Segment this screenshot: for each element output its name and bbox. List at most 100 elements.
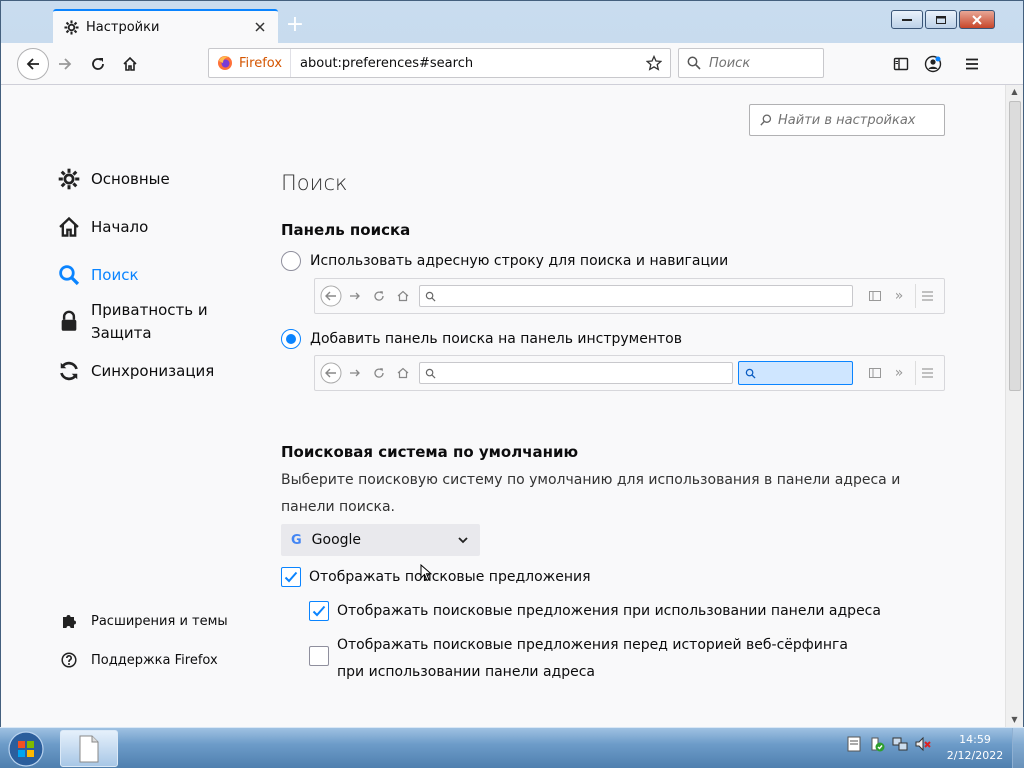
forward-button[interactable] <box>49 48 81 80</box>
puzzle-piece-icon <box>61 613 77 629</box>
suggestions-before-history-checkbox[interactable]: Отображать поисковые предложения перед и… <box>309 632 909 686</box>
radio-button-selected[interactable] <box>281 329 301 349</box>
volume-muted-icon[interactable] <box>915 736 931 752</box>
sidebar-item-label: Приватность и Защита <box>91 301 208 342</box>
search-icon <box>425 368 436 379</box>
find-placeholder: Найти в настройках <box>778 112 916 128</box>
reload-icon <box>367 361 391 385</box>
urlbar-preview-image: » <box>314 278 945 314</box>
maximize-button[interactable] <box>925 10 957 29</box>
network-icon[interactable] <box>892 736 908 752</box>
show-desktop-button[interactable] <box>1012 728 1024 768</box>
option-label: Использовать адресную строку для поиска … <box>310 253 729 269</box>
help-icon <box>61 652 77 668</box>
checkbox-checked[interactable] <box>309 601 329 621</box>
identity-box[interactable]: Firefox <box>209 49 292 77</box>
back-icon <box>319 284 343 308</box>
home-icon <box>391 361 415 385</box>
checkmark-icon <box>284 571 298 583</box>
checkbox-checked[interactable] <box>281 567 301 587</box>
url-bar[interactable]: Firefox about:preferences#search <box>208 48 671 78</box>
home-button[interactable] <box>114 48 146 80</box>
browser-window: Настройки + Firefox about:preferences#se… <box>0 0 1024 727</box>
tab-strip: Настройки + <box>1 1 1023 43</box>
notepad-tray-icon[interactable] <box>846 736 862 752</box>
preview-url-field <box>419 362 733 384</box>
close-tab-icon[interactable] <box>252 19 268 35</box>
searchbar-preview-image: » <box>314 355 945 391</box>
engine-name: Google <box>311 532 362 548</box>
home-icon <box>57 215 81 239</box>
start-button[interactable] <box>4 730 48 768</box>
support-link[interactable]: Поддержка Firefox <box>61 652 218 668</box>
scroll-down-arrow-icon[interactable]: ▼ <box>1006 713 1023 727</box>
default-engine-description: Выберите поисковую систему по умолчанию … <box>281 472 901 515</box>
toolbar-search-box[interactable]: Поиск <box>678 48 824 78</box>
checkbox-unchecked[interactable] <box>309 646 329 666</box>
gear-icon <box>57 167 81 191</box>
checkbox-label: Отображать поисковые предложения перед и… <box>337 637 848 680</box>
extensions-label: Расширения и темы <box>91 613 228 629</box>
support-label: Поддержка Firefox <box>91 652 218 668</box>
action-center-icon[interactable] <box>869 736 885 752</box>
sidebar-item-search[interactable]: Поиск <box>57 263 139 287</box>
google-logo-icon: G <box>291 532 302 548</box>
sidebar-item-home[interactable]: Начало <box>57 215 148 239</box>
document-icon <box>79 735 99 762</box>
identity-label: Firefox <box>239 55 283 71</box>
clock[interactable]: 14:59 2/12/2022 <box>942 732 1008 764</box>
sidebar-item-general[interactable]: Основные <box>57 167 170 191</box>
firefox-logo-icon <box>218 56 232 70</box>
searchbar-option[interactable]: Добавить панель поиска на панель инструм… <box>281 329 682 349</box>
menu-button[interactable] <box>956 48 988 80</box>
reload-icon <box>367 284 391 308</box>
sidebar-icon <box>863 284 887 308</box>
sidebar-item-label: Синхронизация <box>91 362 215 380</box>
home-icon <box>391 284 415 308</box>
search-icon <box>425 291 436 302</box>
close-window-button[interactable] <box>959 10 995 29</box>
show-urlbar-suggestions-checkbox[interactable]: Отображать поисковые предложения при исп… <box>309 598 881 625</box>
search-icon <box>57 263 81 287</box>
gear-icon <box>63 19 79 35</box>
minimize-button[interactable] <box>891 10 923 29</box>
tab-title: Настройки <box>86 19 160 35</box>
checkmark-icon <box>312 605 326 617</box>
back-button[interactable] <box>17 48 49 80</box>
account-button[interactable] <box>917 48 949 80</box>
taskbar: 14:59 2/12/2022 <box>0 727 1024 768</box>
overflow-icon: » <box>894 288 904 304</box>
clock-time: 14:59 <box>959 733 991 746</box>
find-in-settings-input[interactable]: Найти в настройках <box>749 104 945 136</box>
url-text: about:preferences#search <box>300 55 474 71</box>
default-engine-dropdown[interactable]: G Google <box>281 524 480 556</box>
extensions-link[interactable]: Расширения и темы <box>61 613 228 629</box>
urlbar-search-option[interactable]: Использовать адресную строку для поиска … <box>281 251 728 271</box>
sidebar-toggle-button[interactable] <box>885 48 917 80</box>
sync-icon <box>57 359 81 383</box>
sidebar-item-sync[interactable]: Синхронизация <box>57 359 214 383</box>
scroll-up-arrow-icon[interactable]: ▲ <box>1006 85 1023 99</box>
forward-icon <box>343 361 367 385</box>
reload-button[interactable] <box>82 48 114 80</box>
radio-button[interactable] <box>281 251 301 271</box>
taskbar-app-button[interactable] <box>60 730 118 767</box>
lock-icon <box>57 309 81 333</box>
sidebar-item-label: Основные <box>91 170 170 188</box>
page-title: Поиск <box>281 171 348 195</box>
clock-date: 2/12/2022 <box>946 749 1004 762</box>
forward-icon <box>343 284 367 308</box>
search-placeholder: Поиск <box>709 55 751 71</box>
search-icon <box>760 114 772 126</box>
sidebar-item-privacy[interactable]: Приватность и Защита <box>57 299 221 345</box>
new-tab-button[interactable]: + <box>285 14 305 36</box>
show-suggestions-checkbox[interactable]: Отображать поисковые предложения <box>281 564 591 591</box>
bookmark-star-icon[interactable] <box>638 55 670 71</box>
vertical-scrollbar[interactable]: ▲ ▼ <box>1005 85 1023 727</box>
scrollbar-thumb[interactable] <box>1009 101 1021 391</box>
tab-settings[interactable]: Настройки <box>53 9 278 43</box>
preview-url-field <box>419 285 853 307</box>
windows-logo-icon <box>8 731 44 767</box>
search-icon <box>745 368 756 379</box>
search-bar-heading: Панель поиска <box>281 221 411 239</box>
